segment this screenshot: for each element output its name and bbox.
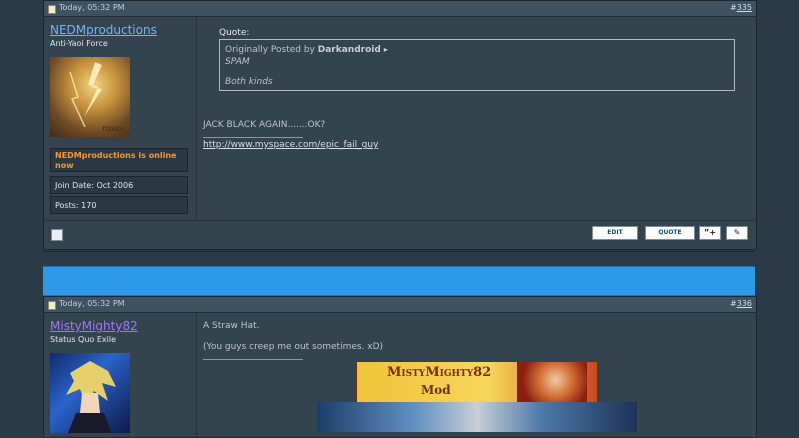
online-status: NEDMproductions is online now (50, 148, 188, 172)
quote-label: Quote: (219, 28, 250, 38)
username-link[interactable]: MistyMighty82 (50, 319, 138, 333)
post-count: Posts: 170 (50, 196, 188, 214)
join-date: Join Date: Oct 2006 (50, 176, 188, 194)
avatar[interactable] (50, 353, 130, 433)
signature-divider (203, 359, 303, 360)
post-number-prefix: # (730, 299, 737, 308)
signature-banner: MistyMighty82 Mod (356, 361, 598, 403)
quote-author: Darkandroid (317, 45, 381, 55)
edit-button[interactable]: EDIT (592, 226, 638, 240)
post-content: A Straw Hat. (You guys creep me out some… (197, 313, 756, 437)
post-date: Today, 05:32 PM (59, 3, 125, 12)
quote-header: Originally Posted by Darkandroid ▸ (225, 45, 388, 55)
signature-link[interactable]: http://www.myspace.com/epic_fail_guy (203, 140, 378, 150)
post-number-prefix: # (730, 3, 737, 12)
quote-box: Originally Posted by Darkandroid ▸ SPAM … (219, 39, 735, 91)
ad-banner-bar (43, 266, 755, 296)
user-title: Anti-Yaoi Force (50, 39, 108, 48)
avatar[interactable]: roxas (50, 57, 130, 137)
username-link[interactable]: NEDMproductions (50, 23, 157, 37)
post-header: Today, 05:32 PM #336 (44, 297, 756, 313)
quote-button[interactable]: QUOTE (645, 226, 695, 240)
post-number-link[interactable]: #336 (730, 299, 752, 308)
user-info-column: NEDMproductions Anti-Yaoi Force roxas NE… (44, 17, 197, 220)
post-message: JACK BLACK AGAIN.......OK? (203, 120, 326, 130)
banner-title: MistyMighty82 (387, 365, 492, 380)
avatar-caption: roxas (101, 124, 124, 133)
post-header: Today, 05:32 PM #335 (44, 1, 756, 17)
signature-image (317, 402, 637, 432)
post-date: Today, 05:32 PM (59, 299, 125, 308)
quote-line-1: SPAM (225, 57, 250, 67)
post-footer: EDIT QUOTE ”+ ✎ (44, 220, 756, 247)
post-document-icon (48, 301, 56, 310)
quote-prefix: Originally Posted by (225, 45, 315, 55)
banner-subtitle: Mod (421, 383, 451, 397)
anime-character-graphic (66, 361, 116, 433)
user-info-column: MistyMighty82 Status Quo Exile (44, 313, 197, 437)
post-number-link[interactable]: #335 (730, 3, 752, 12)
post-message-line-1: A Straw Hat. (203, 321, 260, 331)
report-post-icon[interactable] (51, 229, 63, 241)
post-335: Today, 05:32 PM #335 NEDMproductions Ant… (43, 0, 757, 250)
post-number: 336 (736, 299, 752, 308)
post-document-icon (48, 5, 56, 14)
post-number: 335 (736, 3, 752, 12)
post-separator (43, 251, 755, 252)
user-title: Status Quo Exile (50, 335, 116, 344)
banner-character-image (517, 362, 587, 402)
view-post-icon[interactable]: ▸ (384, 45, 388, 54)
signature-divider (203, 137, 303, 138)
post-336: Today, 05:32 PM #336 MistyMighty82 Statu… (43, 296, 757, 438)
post-content: Quote: Originally Posted by Darkandroid … (197, 17, 756, 220)
quote-line-2: Both kinds (225, 77, 273, 87)
quick-reply-icon[interactable]: ✎ (726, 226, 748, 240)
post-message-line-2: (You guys creep me out sometimes. xD) (203, 342, 384, 352)
multi-quote-icon[interactable]: ”+ (699, 226, 721, 240)
